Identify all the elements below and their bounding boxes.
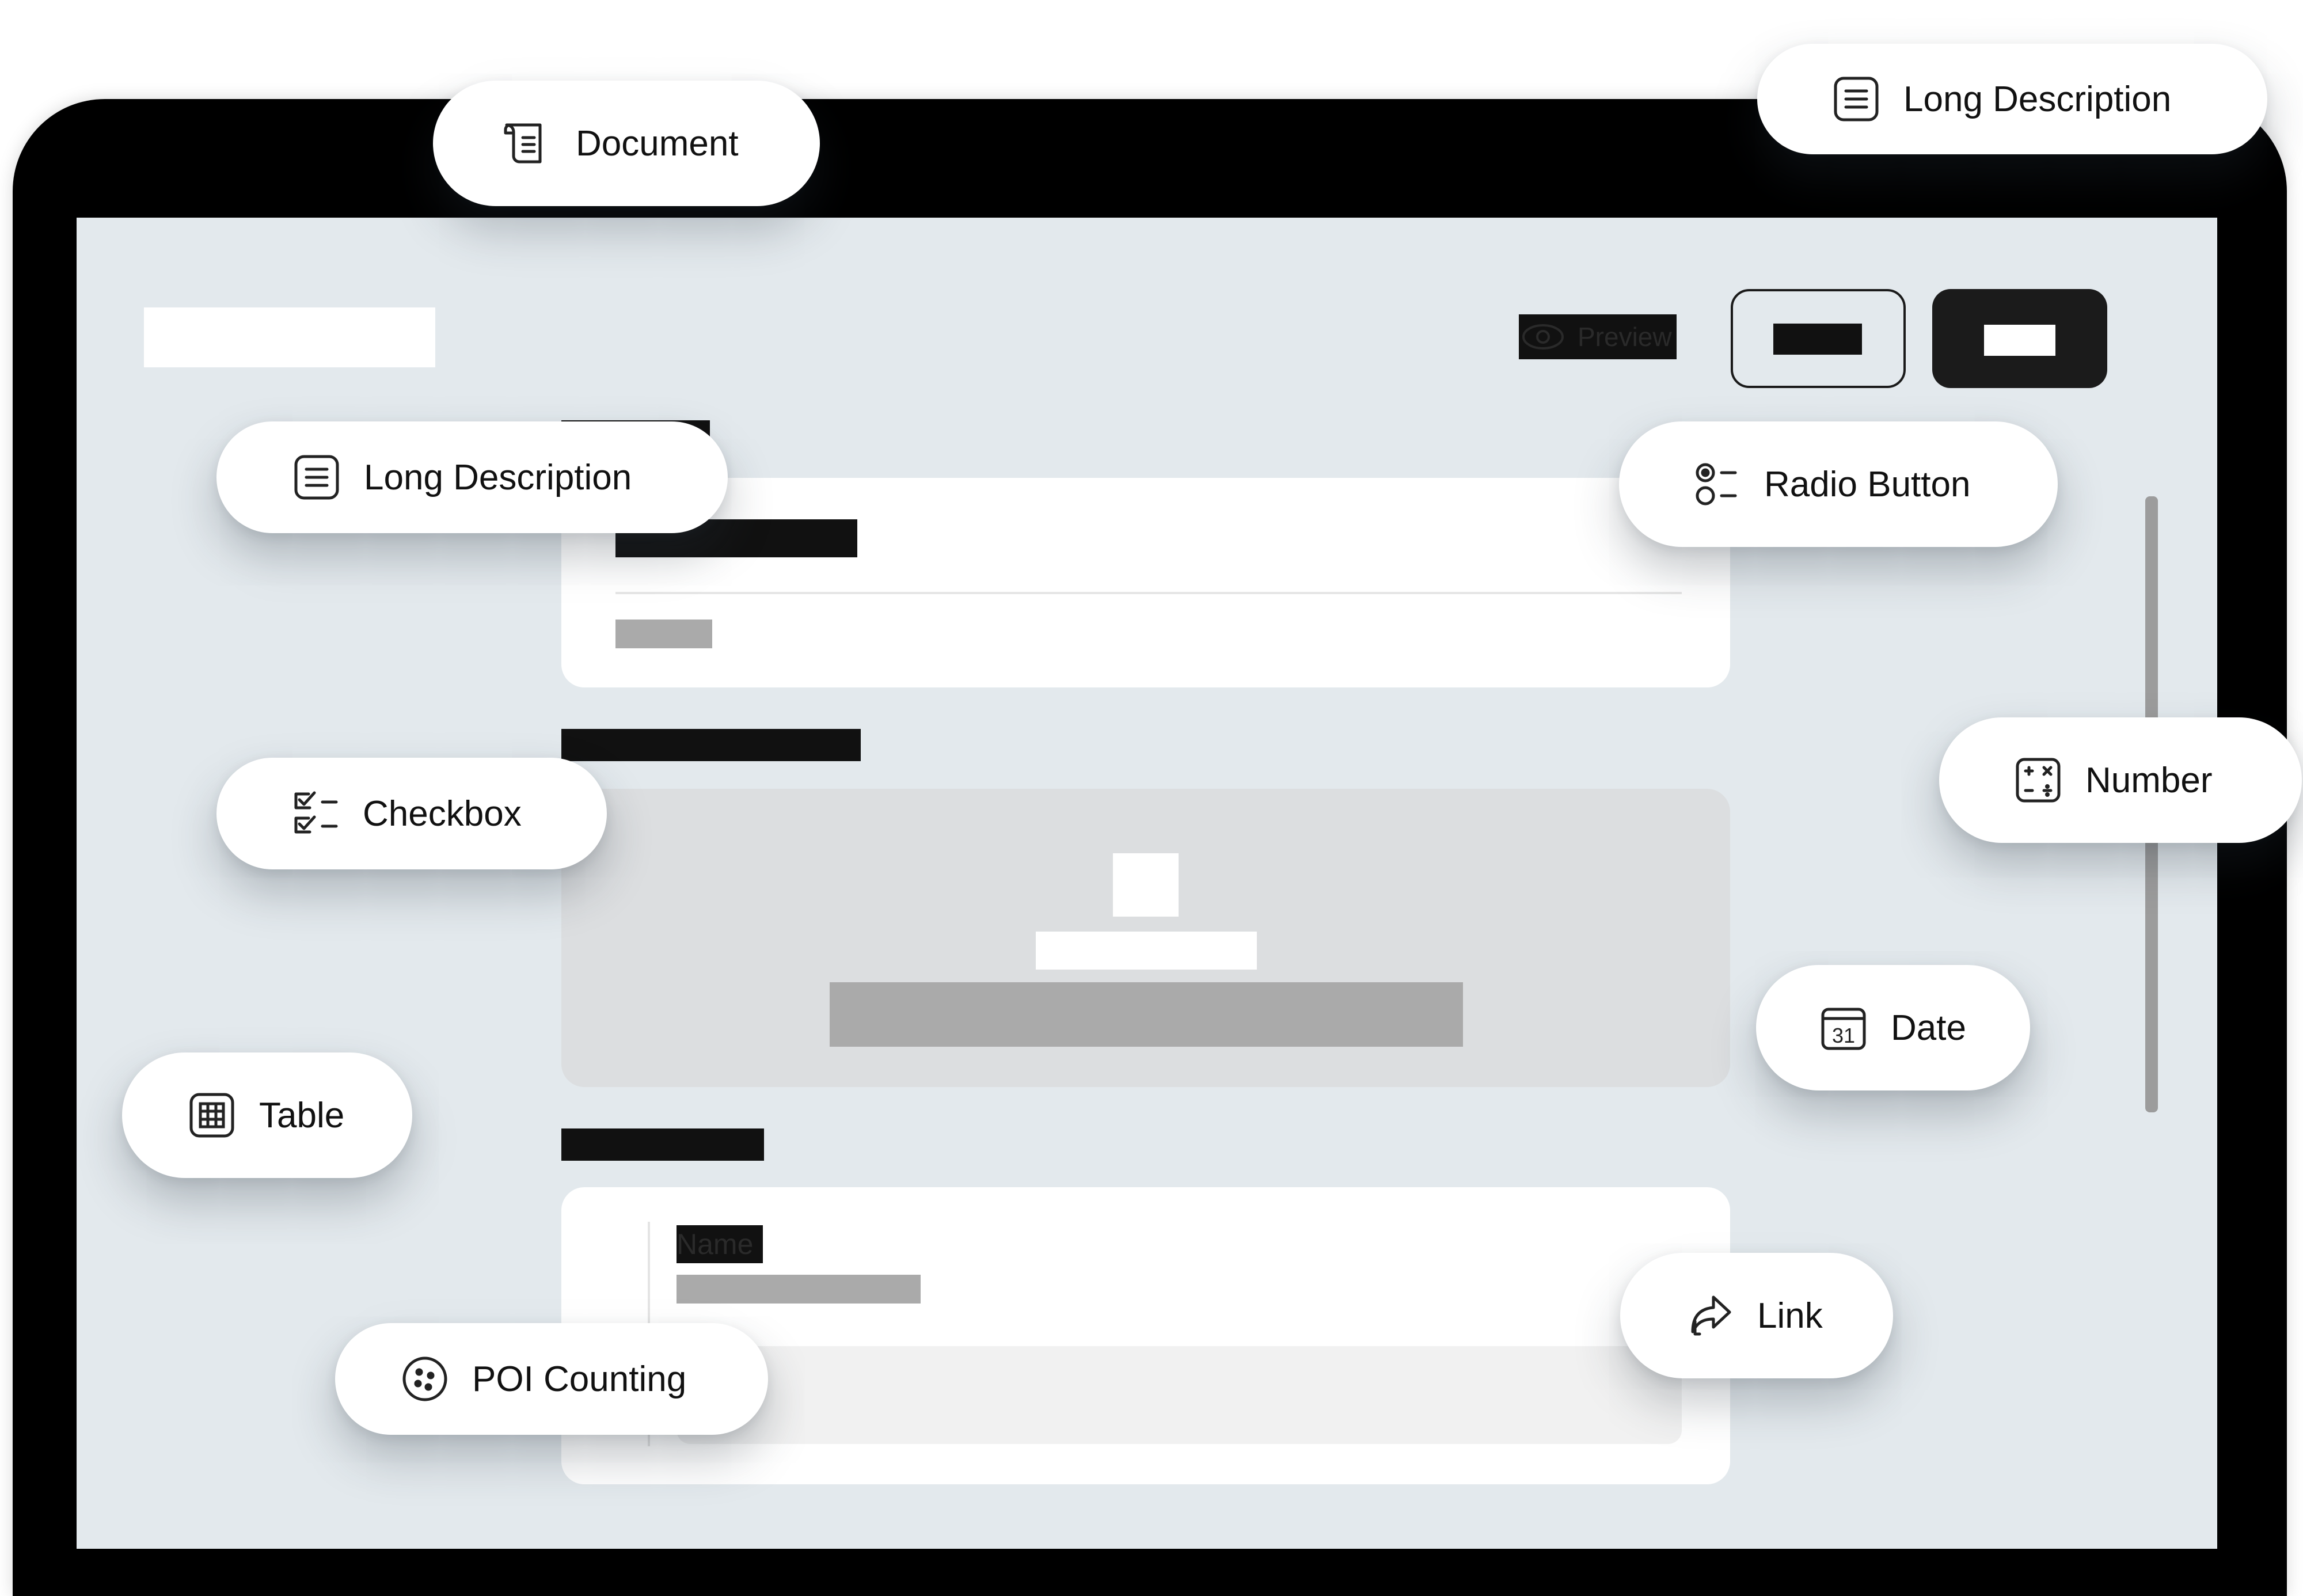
chip-label: POI Counting xyxy=(472,1359,687,1399)
radio-button-icon xyxy=(1690,458,1743,511)
chip-table[interactable]: Table xyxy=(122,1052,412,1178)
calendar-icon: 31 xyxy=(1817,1001,1870,1054)
upload-dropzone[interactable] xyxy=(561,789,1730,1087)
preview-button[interactable]: Preview xyxy=(1519,314,1677,359)
app-logo-placeholder xyxy=(144,307,435,367)
field-card-1[interactable] xyxy=(561,478,1730,687)
chip-radio-button[interactable]: Radio Button xyxy=(1619,421,2058,547)
upload-hint-placeholder xyxy=(830,982,1463,1047)
chip-label: Link xyxy=(1757,1295,1823,1336)
chip-label: Radio Button xyxy=(1764,464,1971,504)
table-row[interactable] xyxy=(677,1346,1682,1444)
number-icon xyxy=(2012,754,2065,807)
field-divider xyxy=(615,592,1682,594)
long-description-icon xyxy=(1830,73,1883,126)
chip-label: Long Description xyxy=(364,457,632,497)
poi-counting-icon xyxy=(398,1352,451,1405)
chip-date[interactable]: 31 Date xyxy=(1756,965,2030,1090)
chip-label: Document xyxy=(576,123,739,164)
table-cell-redacted xyxy=(677,1275,921,1304)
long-description-icon xyxy=(290,451,343,504)
checkbox-icon xyxy=(289,787,342,840)
primary-action-button[interactable] xyxy=(1932,289,2107,388)
upload-icon-placeholder xyxy=(1113,853,1179,917)
chip-label: Date xyxy=(1891,1008,1966,1048)
preview-label: Preview xyxy=(1578,322,1672,352)
chip-long-description-top[interactable]: Long Description xyxy=(1757,44,2267,154)
section-title-2 xyxy=(561,729,861,761)
eye-icon xyxy=(1522,324,1564,349)
link-share-icon xyxy=(1683,1289,1736,1342)
chip-checkbox[interactable]: Checkbox xyxy=(216,758,607,869)
chip-label: Table xyxy=(259,1095,345,1135)
document-icon xyxy=(502,117,555,170)
table-icon xyxy=(185,1089,238,1142)
chip-label: Long Description xyxy=(1903,79,2172,119)
section-title-3 xyxy=(561,1128,764,1161)
chip-label: Checkbox xyxy=(363,793,522,834)
secondary-action-label-redacted xyxy=(1773,324,1862,355)
chip-poi-counting[interactable]: POI Counting xyxy=(335,1323,768,1435)
field-hint-redacted xyxy=(615,620,712,648)
chip-long-description-left[interactable]: Long Description xyxy=(216,421,728,533)
svg-text:31: 31 xyxy=(1832,1024,1855,1047)
table-header-name: Name xyxy=(677,1225,763,1263)
secondary-action-button[interactable] xyxy=(1731,289,1906,388)
chip-document[interactable]: Document xyxy=(433,81,820,206)
chip-link[interactable]: Link xyxy=(1620,1253,1893,1378)
upload-title-placeholder xyxy=(1036,932,1257,970)
chip-label: Number xyxy=(2085,760,2213,800)
primary-action-label-redacted xyxy=(1984,325,2055,356)
chip-number[interactable]: Number xyxy=(1939,717,2302,843)
